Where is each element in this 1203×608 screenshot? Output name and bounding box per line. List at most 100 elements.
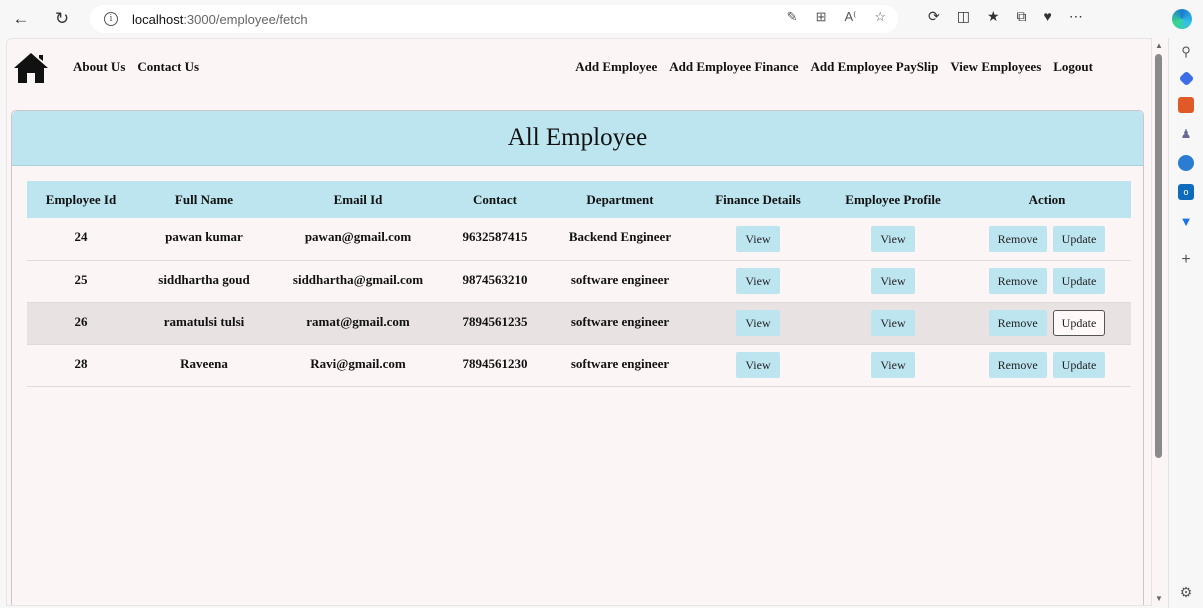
update-button[interactable]: Update xyxy=(1052,352,1106,378)
scroll-down-icon[interactable]: ▼ xyxy=(1155,594,1163,603)
employee-profile-cell: View xyxy=(823,302,963,344)
contact-cell: 7894561235 xyxy=(462,313,528,329)
view-finance-button[interactable]: View xyxy=(736,352,780,378)
column-header: Contact xyxy=(472,191,518,207)
view-finance-button[interactable]: View xyxy=(736,225,780,252)
column-header: Department xyxy=(586,191,654,207)
home-icon[interactable] xyxy=(13,51,49,85)
browser-sidebar: ⚲ ♟ o ▼ + ⚙ xyxy=(1168,38,1203,608)
browser-toolbar: ← ↻ i localhost:3000/employee/fetch ✎ ⊞ … xyxy=(0,0,1203,38)
column-header: Finance Details xyxy=(715,191,801,207)
table-row: 26 ramatulsi tulsi ramat@gmail.com 78945… xyxy=(27,302,1131,344)
finance-details-cell: View xyxy=(693,344,823,386)
tools-briefcase-icon[interactable] xyxy=(1178,97,1194,113)
department-cell: Backend Engineer xyxy=(568,229,672,244)
remove-button[interactable]: Remove xyxy=(988,352,1047,378)
employee-profile-cell: View xyxy=(823,260,963,302)
finance-details-cell: View xyxy=(693,260,823,302)
employee-id-cell: 28 xyxy=(74,355,88,371)
remove-button[interactable]: Remove xyxy=(988,268,1047,294)
update-button[interactable]: Update xyxy=(1052,268,1106,294)
app-navbar: About Us Contact Us Add Employee Add Emp… xyxy=(7,39,1151,97)
contact-cell: 9874563210 xyxy=(462,271,528,287)
update-button[interactable]: Update xyxy=(1052,225,1106,252)
contact-cell: 7894561230 xyxy=(462,355,528,371)
page-viewport: About Us Contact Us Add Employee Add Emp… xyxy=(6,38,1152,606)
full-name-cell: Raveena xyxy=(180,355,228,371)
nav-left-links: About Us Contact Us xyxy=(73,59,199,75)
column-header: Employee Id xyxy=(45,191,117,207)
nav-about-us[interactable]: About Us xyxy=(73,59,125,75)
site-info-icon[interactable]: i xyxy=(104,12,118,26)
favorite-star-icon[interactable]: ☆ xyxy=(874,9,886,25)
extensions-icon[interactable]: ⟳ xyxy=(928,8,940,25)
view-profile-button[interactable]: View xyxy=(871,310,915,336)
drop-icon[interactable]: ▼ xyxy=(1178,213,1194,229)
department-cell: software engineer xyxy=(570,355,670,371)
view-profile-button[interactable]: View xyxy=(871,268,915,294)
nav-contact-us[interactable]: Contact Us xyxy=(137,59,199,75)
nav-add-employee[interactable]: Add Employee xyxy=(575,59,657,75)
search-icon[interactable]: ⚲ xyxy=(1178,44,1194,60)
view-finance-button[interactable]: View xyxy=(736,268,780,294)
employee-id-cell: 24 xyxy=(74,229,88,244)
email-cell: pawan@gmail.com xyxy=(304,229,412,244)
view-finance-button[interactable]: View xyxy=(736,310,780,336)
performance-icon[interactable]: ♥ xyxy=(1044,8,1052,25)
add-sidebar-app-icon[interactable]: + xyxy=(1178,251,1194,268)
table-row: 25 siddhartha goud siddhartha@gmail.com … xyxy=(27,260,1131,302)
contact-cell: 9632587415 xyxy=(462,229,528,244)
read-aloud-icon[interactable]: A⁽ xyxy=(844,9,856,25)
table-header-row: Employee Id Full Name Email Id Contact D… xyxy=(27,181,1131,218)
shopping-tag-icon[interactable] xyxy=(1178,70,1194,87)
url-host: localhost xyxy=(132,11,184,27)
table-row: 28 Raveena Ravi@gmail.com 7894561230 sof… xyxy=(27,344,1131,386)
copilot-icon[interactable] xyxy=(1172,9,1192,29)
action-cell: Remove Update xyxy=(963,218,1131,260)
collections-icon[interactable]: ⧉ xyxy=(1017,8,1027,25)
remove-button[interactable]: Remove xyxy=(988,310,1047,336)
employee-id-cell: 25 xyxy=(74,271,88,287)
refresh-icon[interactable]: ↻ xyxy=(47,4,77,34)
column-header: Full Name xyxy=(174,191,234,207)
address-bar-icons: ✎ ⊞ A⁽ ☆ xyxy=(787,9,886,25)
column-header: Email Id xyxy=(333,191,383,207)
employee-id-cell: 26 xyxy=(74,313,88,329)
outlook-icon[interactable]: o xyxy=(1178,184,1194,200)
back-icon[interactable]: ← xyxy=(6,4,36,34)
nav-add-employee-finance[interactable]: Add Employee Finance xyxy=(669,59,798,75)
full-name-cell: siddhartha goud xyxy=(158,271,250,287)
view-profile-button[interactable]: View xyxy=(871,225,915,252)
scroll-up-icon[interactable]: ▲ xyxy=(1155,41,1163,50)
employee-profile-cell: View xyxy=(823,344,963,386)
app-available-icon[interactable]: ⊞ xyxy=(816,9,827,25)
sidebar-settings-icon[interactable]: ⚙ xyxy=(1178,584,1194,600)
microsoft-365-icon[interactable] xyxy=(1178,155,1194,171)
update-button[interactable]: Update xyxy=(1052,310,1106,336)
department-cell: software engineer xyxy=(570,271,670,287)
nav-logout[interactable]: Logout xyxy=(1053,59,1093,75)
scrollbar-thumb[interactable] xyxy=(1155,54,1162,458)
column-header: Action xyxy=(1028,191,1066,207)
employee-card: All Employee Employee Id Full Name Email… xyxy=(11,110,1144,605)
nav-add-employee-payslip[interactable]: Add Employee PaySlip xyxy=(811,59,939,75)
page-scrollbar[interactable]: ▲ ▼ xyxy=(1152,38,1166,606)
address-bar[interactable]: i localhost:3000/employee/fetch ✎ ⊞ A⁽ ☆ xyxy=(90,5,898,33)
draw-icon[interactable]: ✎ xyxy=(787,9,798,25)
favorites-icon[interactable]: ★ xyxy=(987,8,1000,25)
table-row: 24 pawan kumar pawan@gmail.com 963258741… xyxy=(27,218,1131,260)
page-title: All Employee xyxy=(507,124,648,151)
nav-view-employees[interactable]: View Employees xyxy=(950,59,1041,75)
more-menu-icon[interactable]: ⋯ xyxy=(1069,8,1083,25)
games-icon[interactable]: ♟ xyxy=(1178,126,1194,142)
remove-button[interactable]: Remove xyxy=(988,225,1047,252)
browser-toolbar-icons: ⟳ ◫ ★ ⧉ ♥ ⋯ xyxy=(928,8,1083,25)
email-cell: ramat@gmail.com xyxy=(306,313,410,329)
split-screen-icon[interactable]: ◫ xyxy=(957,8,970,25)
action-cell: Remove Update xyxy=(963,302,1131,344)
url-path: :3000/employee/fetch xyxy=(183,11,308,27)
view-profile-button[interactable]: View xyxy=(871,352,915,378)
column-header: Employee Profile xyxy=(845,191,941,207)
email-cell: siddhartha@gmail.com xyxy=(292,271,424,287)
employee-profile-cell: View xyxy=(823,218,963,260)
